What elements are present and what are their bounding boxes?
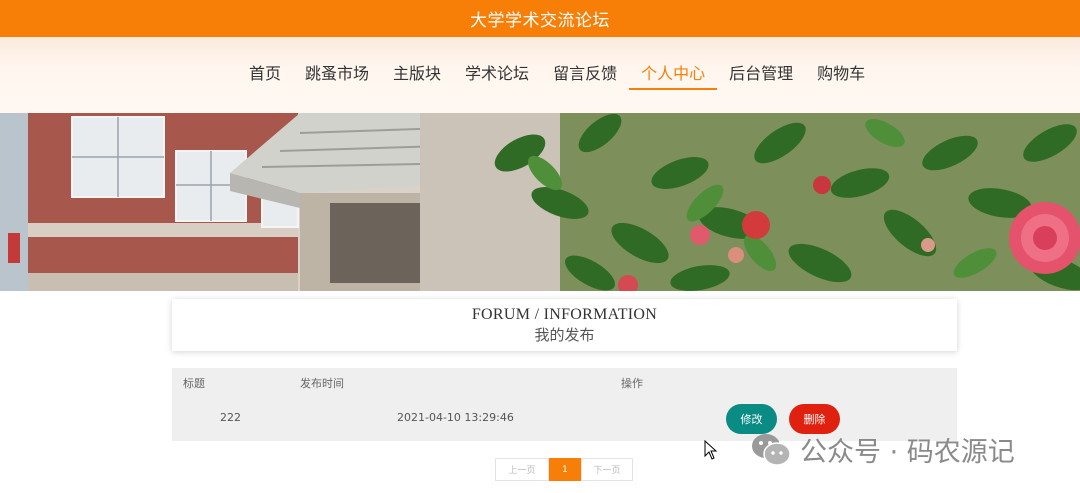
nav-item-home[interactable]: 首页 (237, 62, 293, 90)
section-title-card: FORUM / INFORMATION 我的发布 (172, 299, 957, 351)
row-title: 222 (220, 411, 241, 424)
section-title-en: FORUM / INFORMATION (471, 306, 658, 323)
next-page-button[interactable]: 下一页 (581, 458, 633, 481)
pagination: 上一页 1 下一页 (495, 458, 633, 481)
site-title: 大学学术交流论坛 (470, 11, 610, 31)
prev-page-button[interactable]: 上一页 (495, 458, 549, 481)
wechat-icon (752, 433, 791, 466)
nav-item-feedback[interactable]: 留言反馈 (541, 62, 629, 90)
row-time: 2021-04-10 13:29:46 (397, 411, 514, 424)
watermark-text: 公众号 · 码农源记 (800, 437, 1015, 468)
page-number-button[interactable]: 1 (549, 458, 581, 481)
nav-item-academic-forum[interactable]: 学术论坛 (453, 62, 541, 90)
column-header-actions: 操作 (621, 377, 643, 390)
nav-item-flea-market[interactable]: 跳蚤市场 (293, 62, 381, 90)
main-nav: 首页 跳蚤市场 主版块 学术论坛 留言反馈 个人中心 后台管理 购物车 (0, 37, 1080, 113)
column-header-title: 标题 (183, 377, 205, 390)
watermark: 公众号 · 码农源记 (750, 430, 1015, 469)
banner-image (0, 113, 1080, 291)
column-header-time: 发布时间 (300, 377, 344, 390)
nav-item-admin[interactable]: 后台管理 (717, 62, 805, 90)
section-title-cn: 我的发布 (534, 326, 595, 344)
site-title-bar: 大学学术交流论坛 (0, 0, 1080, 37)
nav-item-personal-center[interactable]: 个人中心 (629, 62, 718, 90)
nav-item-main-board[interactable]: 主版块 (381, 62, 453, 90)
mouse-cursor-icon (704, 439, 718, 464)
nav-item-cart[interactable]: 购物车 (805, 62, 877, 90)
